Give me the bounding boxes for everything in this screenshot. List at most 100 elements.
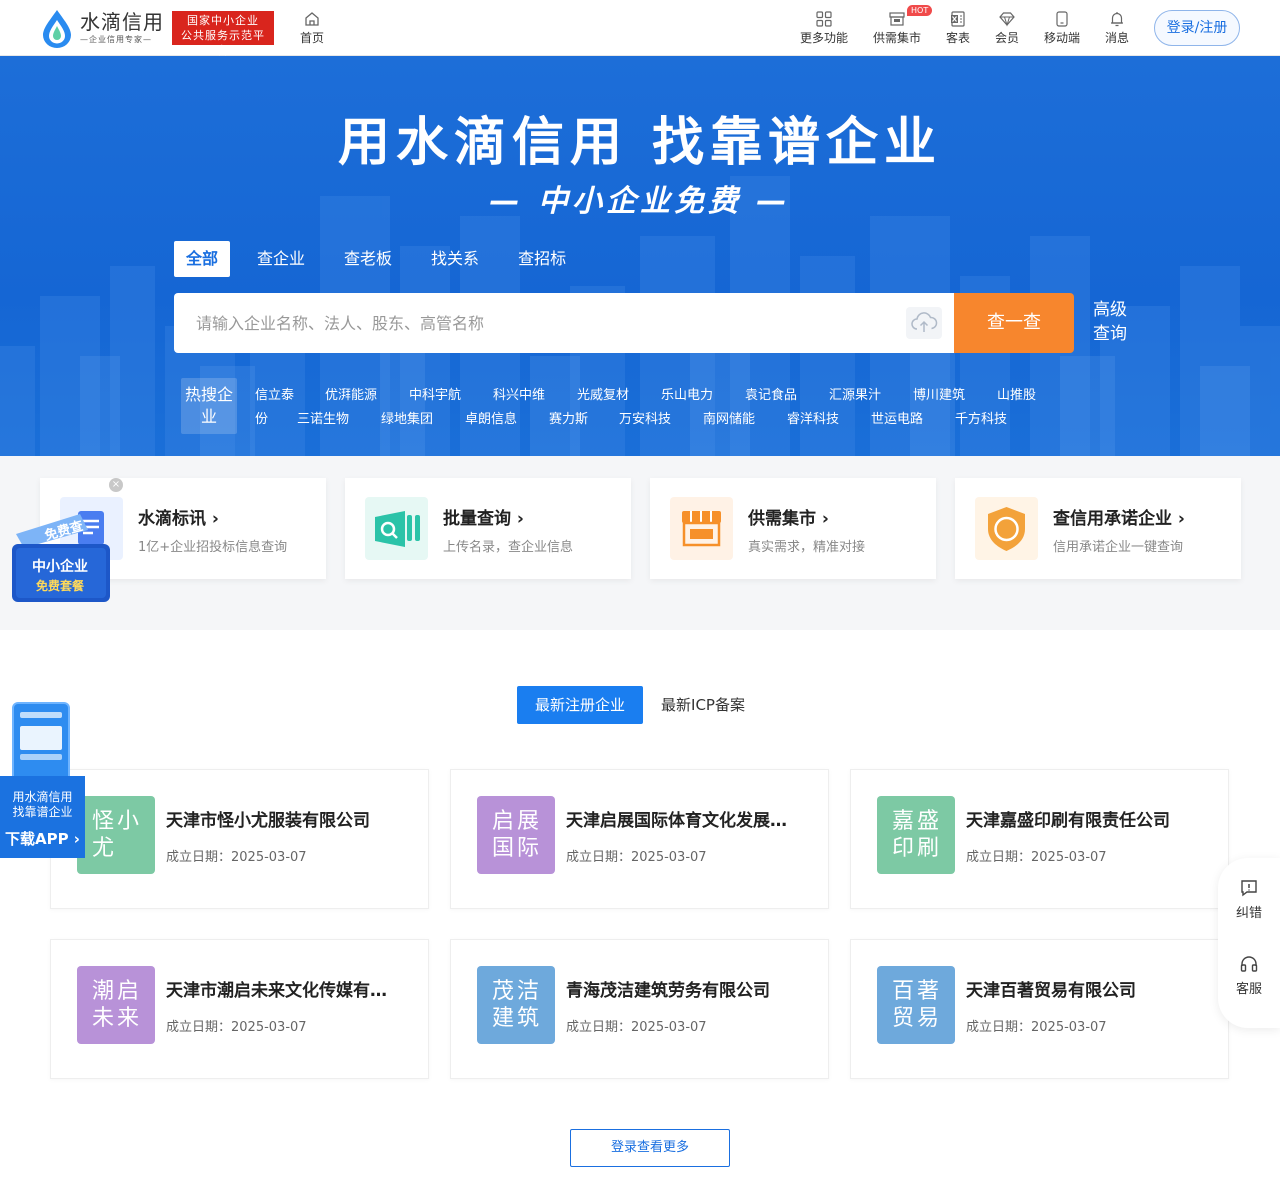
tab-latest-icp[interactable]: 最新ICP备案 xyxy=(643,686,763,724)
company-card[interactable]: 怪小尤 天津市怪小尤服装有限公司 成立日期：2025-03-07 xyxy=(50,769,429,909)
hot-search-list: 信立泰 优湃能源 中科宇航 科兴中维 光威复材 乐山电力 袁记食品 汇源果汁 博… xyxy=(255,384,1075,432)
nav-market[interactable]: HOT 供需集市 xyxy=(872,5,933,45)
site-logo[interactable]: 水滴信用 —企业信用专家— xyxy=(40,8,164,48)
tab-all[interactable]: 全部 xyxy=(174,241,231,277)
date-prefix: 成立日期： xyxy=(166,850,232,865)
nav-more-features[interactable]: 更多功能 xyxy=(799,10,849,45)
hot-search-item[interactable]: 山推股 xyxy=(997,384,1057,408)
advanced-search-link[interactable]: 高级查询 xyxy=(1093,298,1133,346)
date-value: 2025-03-07 xyxy=(631,850,707,865)
hot-search-item[interactable]: 优湃能源 xyxy=(325,384,409,408)
water-drop-logo-icon xyxy=(40,8,74,48)
nav-mobile[interactable]: 移动端 xyxy=(1043,10,1081,45)
hot-search-item[interactable]: 万安科技 xyxy=(619,408,703,432)
hot-search-item[interactable]: 三诺生物 xyxy=(297,408,381,432)
hero-title: 用水滴信用 找靠谱企业 xyxy=(337,113,943,173)
nav-home[interactable]: 首页 xyxy=(299,10,325,45)
feature-desc: 真实需求，精准对接 xyxy=(748,540,866,555)
date-value: 2025-03-07 xyxy=(1031,850,1107,865)
nav-reports[interactable]: 客表 xyxy=(945,10,971,45)
date-prefix: 成立日期： xyxy=(566,850,632,865)
company-avatar: 茂洁建筑 xyxy=(477,966,555,1044)
promo-line3: 免费套餐 xyxy=(35,579,84,593)
feedback-button[interactable]: 纠错 xyxy=(1218,878,1280,921)
home-icon xyxy=(305,12,319,26)
hot-search-item[interactable]: 博川建筑 xyxy=(913,384,997,408)
hot-search-item[interactable]: 乐山电力 xyxy=(661,384,745,408)
cloud-upload-icon[interactable] xyxy=(906,307,942,339)
company-avatar: 百著贸易 xyxy=(877,966,955,1044)
hot-badge: HOT xyxy=(907,5,933,16)
login-view-more-button[interactable]: 登录查看更多 xyxy=(570,1129,730,1167)
hot-search-item[interactable]: 汇源果汁 xyxy=(829,384,913,408)
company-card[interactable]: 潮启未来 天津市潮启未来文化传媒有… 成立日期：2025-03-07 xyxy=(50,939,429,1079)
company-card[interactable]: 百著贸易 天津百著贸易有限公司 成立日期：2025-03-07 xyxy=(850,939,1229,1079)
hot-search-item[interactable]: 世运电路 xyxy=(871,408,955,432)
hot-search-item[interactable]: 份 xyxy=(255,408,297,432)
hero-banner: 用水滴信用 找靠谱企业 — 中小企业免费 — 全部 查企业 查老板 找关系 查招… xyxy=(0,56,1280,456)
hot-search-item[interactable]: 中科宇航 xyxy=(409,384,493,408)
feature-card-market[interactable]: 供需集市 › 真实需求，精准对接 xyxy=(650,478,936,579)
company-name[interactable]: 天津嘉盛印刷有限责任公司 xyxy=(966,806,1206,831)
free-package-promo-badge[interactable]: 免费查 中小企业 免费套餐 xyxy=(10,479,122,604)
bell-icon xyxy=(1111,12,1123,27)
tab-relations[interactable]: 找关系 xyxy=(419,241,491,277)
gov-badge-line1: 国家中小企业 xyxy=(187,14,259,27)
company-name[interactable]: 天津市潮启未来文化传媒有… xyxy=(166,976,406,1001)
excel-icon xyxy=(951,11,965,27)
feature-card-batch-query[interactable]: 批量查询 › 上传名录，查企业信息 xyxy=(345,478,631,579)
hero-subtitle: — 中小企业免费 — xyxy=(489,184,791,219)
hot-search-row-1: 信立泰 优湃能源 中科宇航 科兴中维 光威复材 乐山电力 袁记食品 汇源果汁 博… xyxy=(255,384,1075,408)
hot-search-item[interactable]: 科兴中维 xyxy=(493,384,577,408)
company-name[interactable]: 青海茂洁建筑劳务有限公司 xyxy=(566,976,806,1001)
feature-desc: 1亿+企业招投标信息查询 xyxy=(138,540,288,555)
nav-membership[interactable]: 会员 xyxy=(994,10,1020,45)
company-card[interactable]: 嘉盛印刷 天津嘉盛印刷有限责任公司 成立日期：2025-03-07 xyxy=(850,769,1229,909)
hot-search-row-2: 份 三诺生物 绿地集团 卓朗信息 赛力斯 万安科技 南网储能 睿洋科技 世运电路… xyxy=(255,408,1075,432)
promo-close-icon[interactable]: × xyxy=(109,478,123,492)
nav-messages[interactable]: 消息 xyxy=(1104,10,1130,45)
hot-search-item[interactable]: 睿洋科技 xyxy=(787,408,871,432)
date-prefix: 成立日期： xyxy=(966,850,1032,865)
nav-reports-label: 客表 xyxy=(945,31,970,45)
headset-icon xyxy=(1240,956,1258,972)
tab-boss[interactable]: 查老板 xyxy=(332,241,404,277)
feature-desc: 信用承诺企业一键查询 xyxy=(1053,540,1184,555)
company-founded-date: 成立日期：2025-03-07 xyxy=(566,846,707,865)
search-input[interactable] xyxy=(174,293,894,353)
login-register-button[interactable]: 登录/注册 xyxy=(1154,10,1240,46)
hot-search-item[interactable]: 千方科技 xyxy=(955,408,1025,432)
app-download-panel: 用水滴信用 找靠谱企业 下载APP › xyxy=(0,776,85,858)
company-name[interactable]: 天津百著贸易有限公司 xyxy=(966,976,1206,1001)
hot-search-label: 热搜企业 xyxy=(181,378,237,434)
side-tools: 纠错 客服 xyxy=(1218,858,1280,1028)
feature-title: 查信用承诺企业 › xyxy=(1053,509,1185,529)
company-card[interactable]: 启展国际 天津启展国际体育文化发展… 成立日期：2025-03-07 xyxy=(450,769,829,909)
download-app-button[interactable]: 下载APP › xyxy=(0,828,85,849)
customer-service-button[interactable]: 客服 xyxy=(1218,954,1280,997)
hot-search-item[interactable]: 南网储能 xyxy=(703,408,787,432)
download-app-float[interactable]: 用水滴信用 找靠谱企业 下载APP › xyxy=(0,700,85,860)
hot-search-item[interactable]: 光威复材 xyxy=(577,384,661,408)
company-founded-date: 成立日期：2025-03-07 xyxy=(966,846,1107,865)
feature-card-credit-promise[interactable]: 查信用承诺企业 › 信用承诺企业一键查询 xyxy=(955,478,1241,579)
search-button[interactable]: 查一查 xyxy=(954,293,1074,353)
tab-bidding[interactable]: 查招标 xyxy=(506,241,578,277)
nav-home-label: 首页 xyxy=(299,31,324,45)
company-avatar: 嘉盛印刷 xyxy=(877,796,955,874)
search-type-tabs: 全部 查企业 查老板 找关系 查招标 xyxy=(174,241,593,277)
hot-search-item[interactable]: 信立泰 xyxy=(255,384,325,408)
company-name[interactable]: 天津启展国际体育文化发展… xyxy=(566,806,806,831)
date-prefix: 成立日期： xyxy=(966,1020,1032,1035)
company-name[interactable]: 天津市怪小尤服装有限公司 xyxy=(166,806,406,831)
company-card[interactable]: 茂洁建筑 青海茂洁建筑劳务有限公司 成立日期：2025-03-07 xyxy=(450,939,829,1079)
feature-title: 水滴标讯 › xyxy=(138,509,219,529)
tab-latest-registered[interactable]: 最新注册企业 xyxy=(517,686,644,724)
company-avatar: 潮启未来 xyxy=(77,966,155,1044)
hot-search-item[interactable]: 袁记食品 xyxy=(745,384,829,408)
tab-company[interactable]: 查企业 xyxy=(245,241,317,277)
hot-search-item[interactable]: 卓朗信息 xyxy=(465,408,549,432)
hot-search-item[interactable]: 绿地集团 xyxy=(381,408,465,432)
hot-search-item[interactable]: 赛力斯 xyxy=(549,408,619,432)
gov-platform-badge: 国家中小企业 公共服务示范平台 xyxy=(172,11,274,57)
